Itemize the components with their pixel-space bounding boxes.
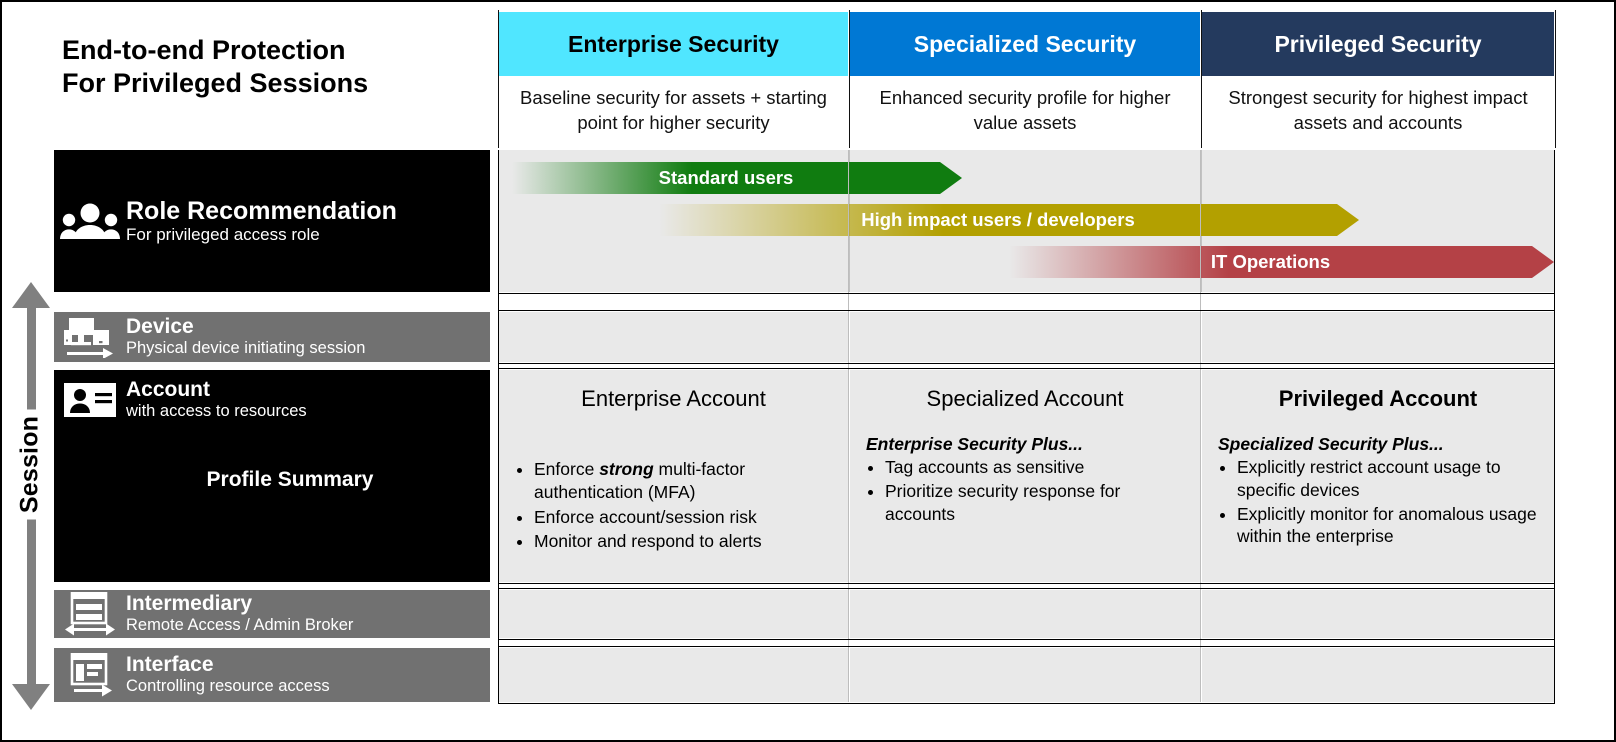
account-plus-privileged: Specialized Security Plus... [1218, 434, 1444, 454]
interface-cell-specialized [850, 648, 1200, 702]
devices-icon [54, 316, 126, 358]
header-chip-enterprise: Enterprise Security [499, 12, 848, 76]
device-cell-enterprise [499, 312, 848, 362]
row-title-interface: Interface [126, 653, 214, 677]
account-bullets-specialized: Tag accounts as sensitivePrioritize secu… [866, 456, 1184, 525]
grid-hline-7 [499, 639, 1555, 640]
account-cell-privileged: Privileged Account Specialized Security … [1202, 370, 1554, 582]
intermediary-cell-privileged [1202, 590, 1554, 638]
role-arrow-label: IT Operations [1210, 251, 1331, 272]
account-bullet: Explicitly restrict account usage to spe… [1237, 456, 1538, 502]
account-bullets-privileged: Explicitly restrict account usage to spe… [1218, 456, 1538, 548]
account-bullet: Monitor and respond to alerts [534, 530, 832, 553]
header-row: End-to-end Protection For Privileged Ses… [2, 2, 1614, 150]
role-arrow-label: Standard users [658, 167, 794, 188]
role-recommendation-content: Standard users High impact users / develo… [499, 150, 1554, 292]
device-cell-specialized [850, 312, 1200, 362]
header-divider-2 [849, 10, 850, 148]
account-heading-privileged: Privileged Account [1278, 386, 1478, 411]
intermediary-cell-specialized [850, 590, 1200, 638]
session-axis: Session [8, 280, 54, 712]
intermediary-cell-enterprise [499, 590, 848, 638]
people-group-icon [54, 201, 126, 241]
row-label-interface: Interface Controlling resource access [54, 648, 490, 702]
account-bullet: Prioritize security response for account… [885, 480, 1184, 526]
row-title-role: Role Recommendation [126, 196, 397, 225]
row-label-device-text: Device Physical device initiating sessio… [126, 315, 365, 358]
device-cell-privileged [1202, 312, 1554, 362]
header-chip-privileged: Privileged Security [1202, 12, 1554, 76]
row-label-account-text: Account with access to resources Profile… [126, 370, 490, 492]
account-bullet: Enforce account/session risk [534, 506, 832, 529]
id-badge-icon [54, 370, 126, 417]
account-bullets-enterprise: Enforce strong multi-factor authenticati… [515, 458, 832, 553]
role-arrow-2: IT Operations [1009, 246, 1554, 278]
account-bullet: Explicitly monitor for anomalous usage w… [1237, 503, 1538, 549]
row-title-account: Account [126, 378, 210, 401]
account-cell-enterprise: Enterprise Account Enforce strong multi-… [499, 370, 848, 582]
header-divider-3 [1201, 10, 1202, 148]
header-column-enterprise: Enterprise Security Baseline security fo… [499, 12, 848, 146]
grid-hline-2 [499, 310, 1555, 311]
row-subtitle-intermediary: Remote Access / Admin Broker [126, 615, 354, 634]
grid-hline-4 [499, 368, 1555, 369]
header-column-specialized: Specialized Security Enhanced security p… [850, 12, 1200, 146]
row-subtitle-role: For privileged access role [126, 224, 320, 244]
row-subtitle-account: with access to resources [126, 401, 307, 420]
row-label-role-recommendation: Role Recommendation For privileged acces… [54, 150, 490, 292]
grid-sep-left [498, 150, 499, 704]
grid-hline-6 [499, 588, 1555, 589]
interface-cell-privileged [1202, 648, 1554, 702]
account-plus-specialized: Enterprise Security Plus... [866, 434, 1083, 454]
header-divider-4 [1555, 10, 1556, 148]
browser-window-arrows-icon [54, 592, 126, 636]
row-label-intermediary: Intermediary Remote Access / Admin Broke… [54, 590, 490, 638]
header-divider-1 [498, 10, 499, 148]
diagram-frame: Session End-to-end Protection For Privil… [0, 0, 1616, 742]
row-label-device: Device Physical device initiating sessio… [54, 312, 490, 362]
page-title: End-to-end Protection For Privileged Ses… [62, 34, 482, 100]
page-title-line1: End-to-end Protection [62, 35, 346, 65]
grid-sep-2 [1200, 150, 1201, 702]
row-subtitle-device: Physical device initiating session [126, 338, 366, 357]
header-subtitle-specialized: Enhanced security profile for higher val… [879, 87, 1171, 133]
row-label-role-text: Role Recommendation For privileged acces… [126, 197, 397, 245]
row-subtitle-interface: Controlling resource access [126, 676, 330, 695]
account-bullet: Tag accounts as sensitive [885, 456, 1184, 479]
account-heading-enterprise: Enterprise Account [581, 386, 766, 411]
grid-hline-5 [499, 583, 1555, 584]
row-label-intermediary-text: Intermediary Remote Access / Admin Broke… [126, 592, 353, 635]
role-arrow-label: High impact users / developers [861, 209, 1135, 230]
grid-hline-8 [499, 646, 1555, 647]
window-panel-arrow-icon [54, 653, 126, 697]
grid-hline-9 [499, 703, 1555, 704]
header-chip-specialized: Specialized Security [850, 12, 1200, 76]
grid-sep-1 [848, 150, 849, 702]
role-arrow-1: High impact users / developers [659, 204, 1359, 236]
grid-hline-3 [499, 363, 1555, 364]
grid-sep-right [1554, 150, 1555, 704]
page-title-line2: For Privileged Sessions [62, 67, 369, 98]
row-title-device: Device [126, 315, 194, 339]
profile-summary-label: Profile Summary [206, 468, 374, 492]
row-title-intermediary: Intermediary [126, 592, 253, 616]
account-cell-specialized: Specialized Account Enterprise Security … [850, 370, 1200, 582]
session-arrow-down-icon [12, 684, 50, 710]
account-bullet: Enforce strong multi-factor authenticati… [534, 458, 832, 504]
header-subtitle-privileged: Strongest security for highest impact as… [1228, 87, 1528, 133]
row-label-interface-text: Interface Controlling resource access [126, 653, 330, 696]
role-arrow-0: Standard users [512, 162, 962, 194]
header-subtitle-enterprise: Baseline security for assets + starting … [520, 87, 827, 133]
header-column-privileged: Privileged Security Strongest security f… [1202, 12, 1554, 146]
interface-cell-enterprise [499, 648, 848, 702]
grid-hline-1 [499, 293, 1555, 294]
row-label-account: Account with access to resources Profile… [54, 370, 490, 582]
account-heading-specialized: Specialized Account [926, 386, 1124, 411]
session-label: Session [13, 409, 47, 520]
